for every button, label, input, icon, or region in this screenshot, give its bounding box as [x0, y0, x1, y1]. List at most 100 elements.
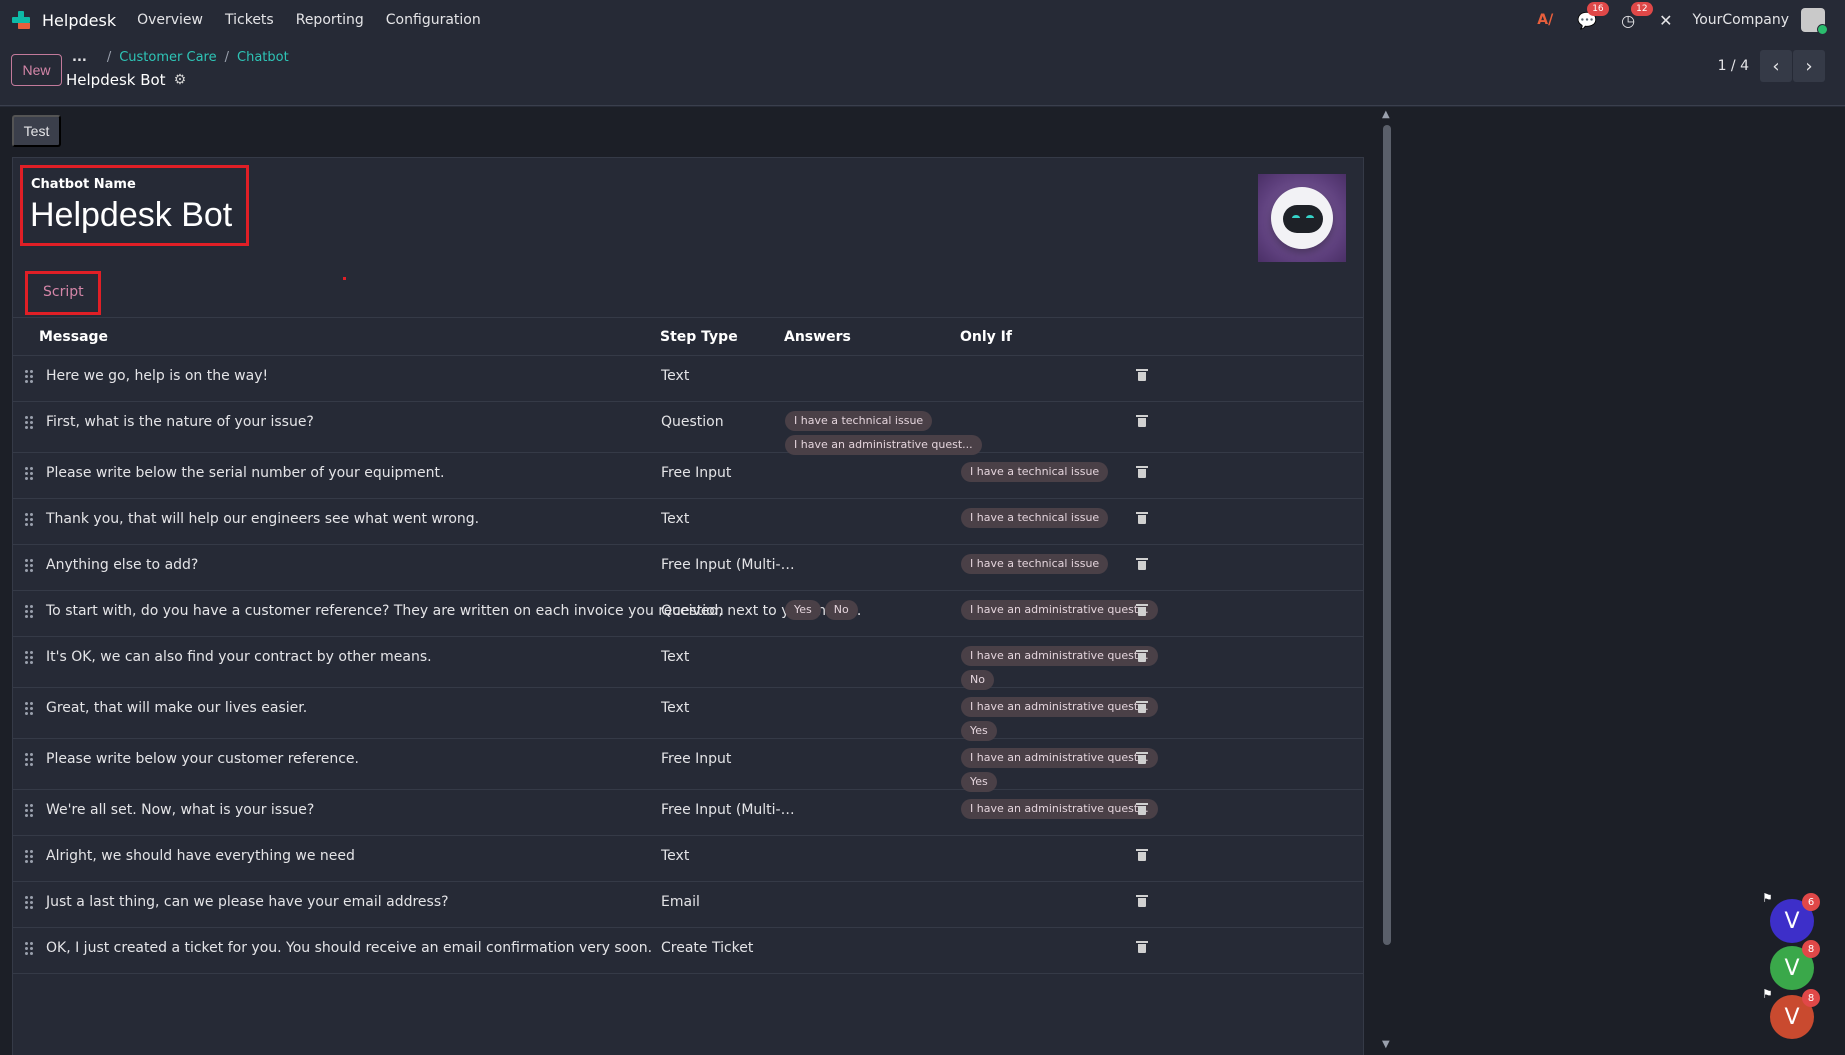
cell-step-type[interactable]: Free Input (Multi-Li...: [661, 557, 797, 573]
cell-only-if[interactable]: I have an administrative quest... No: [961, 646, 1158, 690]
table-row[interactable]: Please write below your customer referen…: [13, 739, 1363, 792]
debug-tools-icon[interactable]: ✕: [1659, 11, 1672, 30]
table-row[interactable]: Alright, we should have everything we ne…: [13, 836, 1363, 882]
chatbot-name-field[interactable]: Helpdesk Bot: [30, 196, 232, 235]
cell-step-type[interactable]: Text: [661, 511, 797, 527]
scrollbar[interactable]: ▲ ▼: [1380, 107, 1395, 1055]
table-row[interactable]: To start with, do you have a customer re…: [13, 591, 1363, 637]
cell-step-type[interactable]: Create Ticket: [661, 940, 797, 956]
drag-handle-icon[interactable]: [25, 702, 33, 716]
delete-trash-icon[interactable]: [1136, 650, 1148, 662]
column-header-message[interactable]: Message: [39, 329, 108, 345]
table-row[interactable]: Thank you, that will help our engineers …: [13, 499, 1363, 545]
column-header-step-type[interactable]: Step Type: [660, 329, 738, 345]
table-row[interactable]: Anything else to add? Free Input (Multi-L…: [13, 545, 1363, 591]
cell-step-type[interactable]: Question: [661, 603, 797, 619]
ai-icon[interactable]: A/: [1537, 12, 1553, 28]
cell-message[interactable]: First, what is the nature of your issue?: [46, 414, 314, 430]
table-row[interactable]: Please write below the serial number of …: [13, 453, 1363, 499]
cell-step-type[interactable]: Question: [661, 414, 797, 430]
cell-only-if[interactable]: I have an administrative quest...: [961, 799, 1158, 819]
cell-step-type[interactable]: Free Input: [661, 751, 797, 767]
delete-trash-icon[interactable]: [1136, 803, 1148, 815]
cell-only-if[interactable]: I have an administrative quest... Yes: [961, 697, 1158, 741]
cell-step-type[interactable]: Email: [661, 894, 797, 910]
cell-message[interactable]: Thank you, that will help our engineers …: [46, 511, 479, 527]
delete-trash-icon[interactable]: [1136, 604, 1148, 616]
cell-only-if[interactable]: I have an administrative quest...: [961, 600, 1158, 620]
cell-step-type[interactable]: Free Input (Multi-Li...: [661, 802, 797, 818]
cell-answers[interactable]: Yes No: [785, 600, 985, 620]
livechat-bubble[interactable]: V 6 ⚑: [1762, 891, 1820, 943]
messaging-icon[interactable]: 💬 16: [1577, 1, 1609, 30]
cell-only-if[interactable]: I have an administrative quest... Yes: [961, 748, 1158, 792]
drag-handle-icon[interactable]: [25, 850, 33, 864]
gear-icon[interactable]: ⚙: [174, 72, 187, 88]
cell-message[interactable]: We're all set. Now, what is your issue?: [46, 802, 314, 818]
drag-handle-icon[interactable]: [25, 942, 33, 956]
menu-overview[interactable]: Overview: [126, 12, 214, 28]
drag-handle-icon[interactable]: [25, 753, 33, 767]
menu-tickets[interactable]: Tickets: [214, 12, 285, 28]
drag-handle-icon[interactable]: [25, 370, 33, 384]
delete-trash-icon[interactable]: [1136, 415, 1148, 427]
cell-step-type[interactable]: Text: [661, 700, 797, 716]
app-name[interactable]: Helpdesk: [42, 11, 116, 30]
breadcrumb-more[interactable]: ...: [72, 50, 87, 65]
table-row[interactable]: First, what is the nature of your issue?…: [13, 402, 1363, 455]
test-button[interactable]: Test: [12, 115, 61, 147]
pager-value[interactable]: 1 / 4: [1718, 58, 1749, 74]
livechat-bubble[interactable]: V8: [1770, 940, 1820, 990]
scroll-down-icon[interactable]: ▼: [1382, 1039, 1390, 1050]
table-row[interactable]: It's OK, we can also find your contract …: [13, 637, 1363, 690]
cell-message[interactable]: It's OK, we can also find your contract …: [46, 649, 432, 665]
company-switcher[interactable]: YourCompany: [1693, 12, 1790, 28]
pager-previous-button[interactable]: ‹: [1760, 50, 1792, 82]
drag-handle-icon[interactable]: [25, 896, 33, 910]
cell-message[interactable]: OK, I just created a ticket for you. You…: [46, 940, 652, 956]
column-header-only-if[interactable]: Only If: [960, 329, 1012, 345]
delete-trash-icon[interactable]: [1136, 895, 1148, 907]
delete-trash-icon[interactable]: [1136, 512, 1148, 524]
cell-message[interactable]: Here we go, help is on the way!: [46, 368, 268, 384]
cell-only-if[interactable]: I have a technical issue: [961, 462, 1109, 482]
table-row[interactable]: Just a last thing, can we please have yo…: [13, 882, 1363, 928]
cell-message[interactable]: Please write below your customer referen…: [46, 751, 359, 767]
column-header-answers[interactable]: Answers: [784, 329, 851, 345]
drag-handle-icon[interactable]: [25, 651, 33, 665]
drag-handle-icon[interactable]: [25, 513, 33, 527]
cell-step-type[interactable]: Free Input: [661, 465, 797, 481]
drag-handle-icon[interactable]: [25, 804, 33, 818]
table-row[interactable]: OK, I just created a ticket for you. You…: [13, 928, 1363, 974]
scrollbar-thumb[interactable]: [1383, 125, 1391, 945]
drag-handle-icon[interactable]: [25, 559, 33, 573]
breadcrumb-customer-care[interactable]: Customer Care: [119, 50, 216, 65]
tab-script[interactable]: Script: [43, 284, 84, 300]
new-button[interactable]: New: [11, 54, 62, 86]
cell-only-if[interactable]: I have a technical issue: [961, 508, 1109, 528]
table-row[interactable]: We're all set. Now, what is your issue? F…: [13, 790, 1363, 836]
cell-step-type[interactable]: Text: [661, 649, 797, 665]
delete-trash-icon[interactable]: [1136, 466, 1148, 478]
activity-clock-icon[interactable]: ◷ 12: [1621, 1, 1653, 30]
delete-trash-icon[interactable]: [1136, 369, 1148, 381]
cell-message[interactable]: Anything else to add?: [46, 557, 198, 573]
helpdesk-app-icon[interactable]: [10, 9, 32, 31]
scroll-up-icon[interactable]: ▲: [1382, 109, 1390, 120]
drag-handle-icon[interactable]: [25, 416, 33, 430]
user-avatar[interactable]: [1801, 8, 1828, 35]
cell-step-type[interactable]: Text: [661, 848, 797, 864]
breadcrumb-chatbot[interactable]: Chatbot: [237, 50, 289, 65]
delete-trash-icon[interactable]: [1136, 558, 1148, 570]
cell-message[interactable]: Just a last thing, can we please have yo…: [46, 894, 449, 910]
table-row[interactable]: Great, that will make our lives easier. T…: [13, 688, 1363, 741]
cell-only-if[interactable]: I have a technical issue: [961, 554, 1109, 574]
pager-next-button[interactable]: ›: [1793, 50, 1825, 82]
cell-message[interactable]: Alright, we should have everything we ne…: [46, 848, 355, 864]
delete-trash-icon[interactable]: [1136, 752, 1148, 764]
menu-configuration[interactable]: Configuration: [375, 12, 492, 28]
cell-answers[interactable]: I have a technical issue I have an admini…: [785, 411, 985, 455]
chatbot-avatar-image[interactable]: [1258, 174, 1346, 262]
cell-step-type[interactable]: Text: [661, 368, 797, 384]
drag-handle-icon[interactable]: [25, 467, 33, 481]
